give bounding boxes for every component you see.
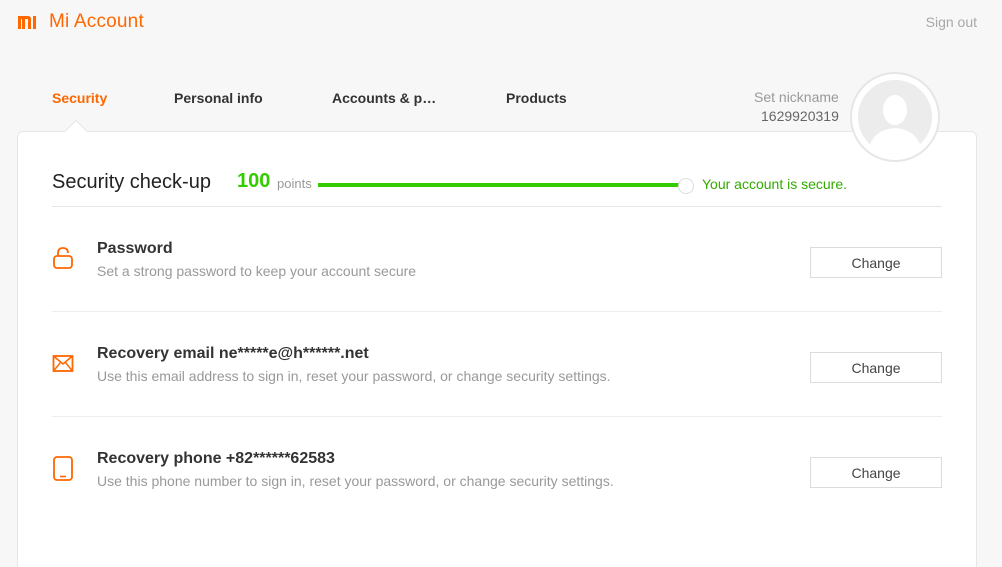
security-item-password: Password Set a strong password to keep y… xyxy=(52,207,942,312)
set-nickname-link[interactable]: Set nickname xyxy=(754,89,839,105)
avatar[interactable] xyxy=(850,72,940,162)
tab-accounts[interactable]: Accounts & p… xyxy=(332,90,436,106)
security-item-recovery-email: Recovery email ne*****e@h******.net Use … xyxy=(52,312,942,417)
recovery-phone-title: Recovery phone +82******62583 xyxy=(97,450,335,467)
envelope-icon xyxy=(52,355,74,372)
security-item-recovery-phone: Recovery phone +82******62583 Use this p… xyxy=(52,417,942,522)
security-score: 100 xyxy=(237,170,271,192)
mi-logo-icon[interactable] xyxy=(17,13,39,31)
lock-icon xyxy=(53,247,73,269)
top-header: Mi Account Sign out xyxy=(0,0,1002,46)
user-id: 1629920319 xyxy=(761,108,839,124)
change-phone-button[interactable]: Change xyxy=(810,457,942,488)
recovery-email-title: Recovery email ne*****e@h******.net xyxy=(97,345,369,362)
avatar-placeholder-icon xyxy=(858,80,932,154)
password-title: Password xyxy=(97,240,173,257)
recovery-email-description: Use this email address to sign in, reset… xyxy=(97,368,611,384)
change-email-button[interactable]: Change xyxy=(810,352,942,383)
points-label: points xyxy=(277,176,312,191)
security-progress-fill xyxy=(318,183,679,187)
security-status-text: Your account is secure. xyxy=(702,176,848,192)
password-description: Set a strong password to keep your accou… xyxy=(97,263,417,279)
brand-title: Mi Account xyxy=(49,11,144,32)
progress-knob xyxy=(678,178,694,194)
sign-out-link[interactable]: Sign out xyxy=(926,14,977,30)
tab-security[interactable]: Security xyxy=(52,90,107,106)
tab-products[interactable]: Products xyxy=(506,90,567,106)
phone-icon xyxy=(53,456,73,481)
recovery-phone-description: Use this phone number to sign in, reset … xyxy=(97,473,614,489)
tab-bar: Security Personal info Accounts & p… Pro… xyxy=(0,80,700,120)
security-progress-bar xyxy=(318,183,686,187)
tab-personal-info[interactable]: Personal info xyxy=(174,90,263,106)
security-checkup-title: Security check-up xyxy=(52,171,211,193)
change-password-button[interactable]: Change xyxy=(810,247,942,278)
